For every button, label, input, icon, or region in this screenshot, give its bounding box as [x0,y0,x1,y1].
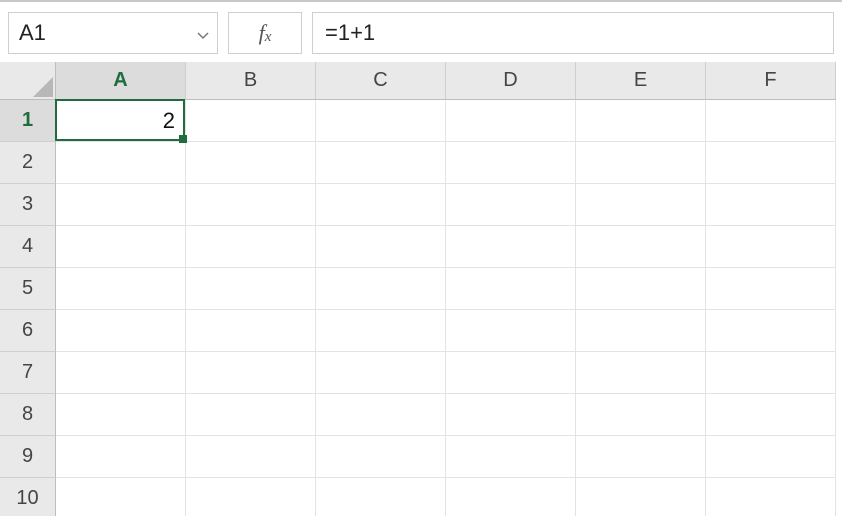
cell-F4[interactable] [706,226,836,268]
cell-E10[interactable] [576,478,706,516]
cell-E4[interactable] [576,226,706,268]
cell-A1[interactable]: 2 [56,100,186,142]
cell-F6[interactable] [706,310,836,352]
insert-function-button[interactable]: fx [228,12,302,54]
column-header-D[interactable]: D [446,62,576,100]
cell-A4[interactable] [56,226,186,268]
cell-C6[interactable] [316,310,446,352]
formula-text: =1+1 [325,20,375,46]
row-header-6[interactable]: 6 [0,310,56,352]
cell-C4[interactable] [316,226,446,268]
cell-B1[interactable] [186,100,316,142]
cell-C10[interactable] [316,478,446,516]
cell-F9[interactable] [706,436,836,478]
grid-row [56,184,836,226]
cell-C8[interactable] [316,394,446,436]
cell-D7[interactable] [446,352,576,394]
cell-E3[interactable] [576,184,706,226]
column-header-A[interactable]: A [56,62,186,100]
cell-E5[interactable] [576,268,706,310]
cell-E9[interactable] [576,436,706,478]
cell-E8[interactable] [576,394,706,436]
cell-B4[interactable] [186,226,316,268]
cell-A8[interactable] [56,394,186,436]
cell-D5[interactable] [446,268,576,310]
fx-icon-x: x [265,29,272,46]
row-header-3[interactable]: 3 [0,184,56,226]
formula-bar: A1 fx =1+1 [0,0,842,62]
cell-D1[interactable] [446,100,576,142]
cell-F1[interactable] [706,100,836,142]
cell-C7[interactable] [316,352,446,394]
grid-row [56,310,836,352]
row-header-10[interactable]: 10 [0,478,56,516]
cells-area: 2 [56,100,836,516]
cell-A10[interactable] [56,478,186,516]
cell-E2[interactable] [576,142,706,184]
grid-row [56,436,836,478]
cell-B8[interactable] [186,394,316,436]
cell-B2[interactable] [186,142,316,184]
cell-F8[interactable] [706,394,836,436]
cell-A2[interactable] [56,142,186,184]
cell-F2[interactable] [706,142,836,184]
cell-F3[interactable] [706,184,836,226]
grid-row [56,352,836,394]
cell-C2[interactable] [316,142,446,184]
row-headers: 12345678910 [0,100,56,516]
row-header-7[interactable]: 7 [0,352,56,394]
cell-B5[interactable] [186,268,316,310]
column-header-F[interactable]: F [706,62,836,100]
cell-B6[interactable] [186,310,316,352]
cell-A9[interactable] [56,436,186,478]
grid-row: 2 [56,100,836,142]
cell-C9[interactable] [316,436,446,478]
cell-F10[interactable] [706,478,836,516]
cell-C1[interactable] [316,100,446,142]
cell-D10[interactable] [446,478,576,516]
formula-input[interactable]: =1+1 [312,12,834,54]
cell-F5[interactable] [706,268,836,310]
row-header-8[interactable]: 8 [0,394,56,436]
cell-E7[interactable] [576,352,706,394]
cell-A6[interactable] [56,310,186,352]
cell-B10[interactable] [186,478,316,516]
cell-B3[interactable] [186,184,316,226]
column-header-B[interactable]: B [186,62,316,100]
cell-C5[interactable] [316,268,446,310]
grid-row [56,226,836,268]
cell-E6[interactable] [576,310,706,352]
row-header-4[interactable]: 4 [0,226,56,268]
row-header-2[interactable]: 2 [0,142,56,184]
name-box[interactable]: A1 [8,12,218,54]
grid-row [56,142,836,184]
cell-D3[interactable] [446,184,576,226]
row-header-9[interactable]: 9 [0,436,56,478]
cell-A3[interactable] [56,184,186,226]
cell-D4[interactable] [446,226,576,268]
cell-D8[interactable] [446,394,576,436]
cell-D6[interactable] [446,310,576,352]
chevron-down-icon[interactable] [197,20,209,46]
select-all-triangle-icon [33,77,53,97]
column-header-C[interactable]: C [316,62,446,100]
cell-A7[interactable] [56,352,186,394]
row-header-1[interactable]: 1 [0,100,56,142]
name-box-value: A1 [19,20,46,46]
cell-E1[interactable] [576,100,706,142]
row-header-5[interactable]: 5 [0,268,56,310]
select-all-corner[interactable] [0,62,56,100]
grid-row [56,394,836,436]
cell-B7[interactable] [186,352,316,394]
cell-C3[interactable] [316,184,446,226]
column-header-E[interactable]: E [576,62,706,100]
cell-F7[interactable] [706,352,836,394]
column-headers: ABCDEF [56,62,836,100]
grid-row [56,478,836,516]
cell-D9[interactable] [446,436,576,478]
grid-row [56,268,836,310]
cell-D2[interactable] [446,142,576,184]
cell-A5[interactable] [56,268,186,310]
cell-B9[interactable] [186,436,316,478]
